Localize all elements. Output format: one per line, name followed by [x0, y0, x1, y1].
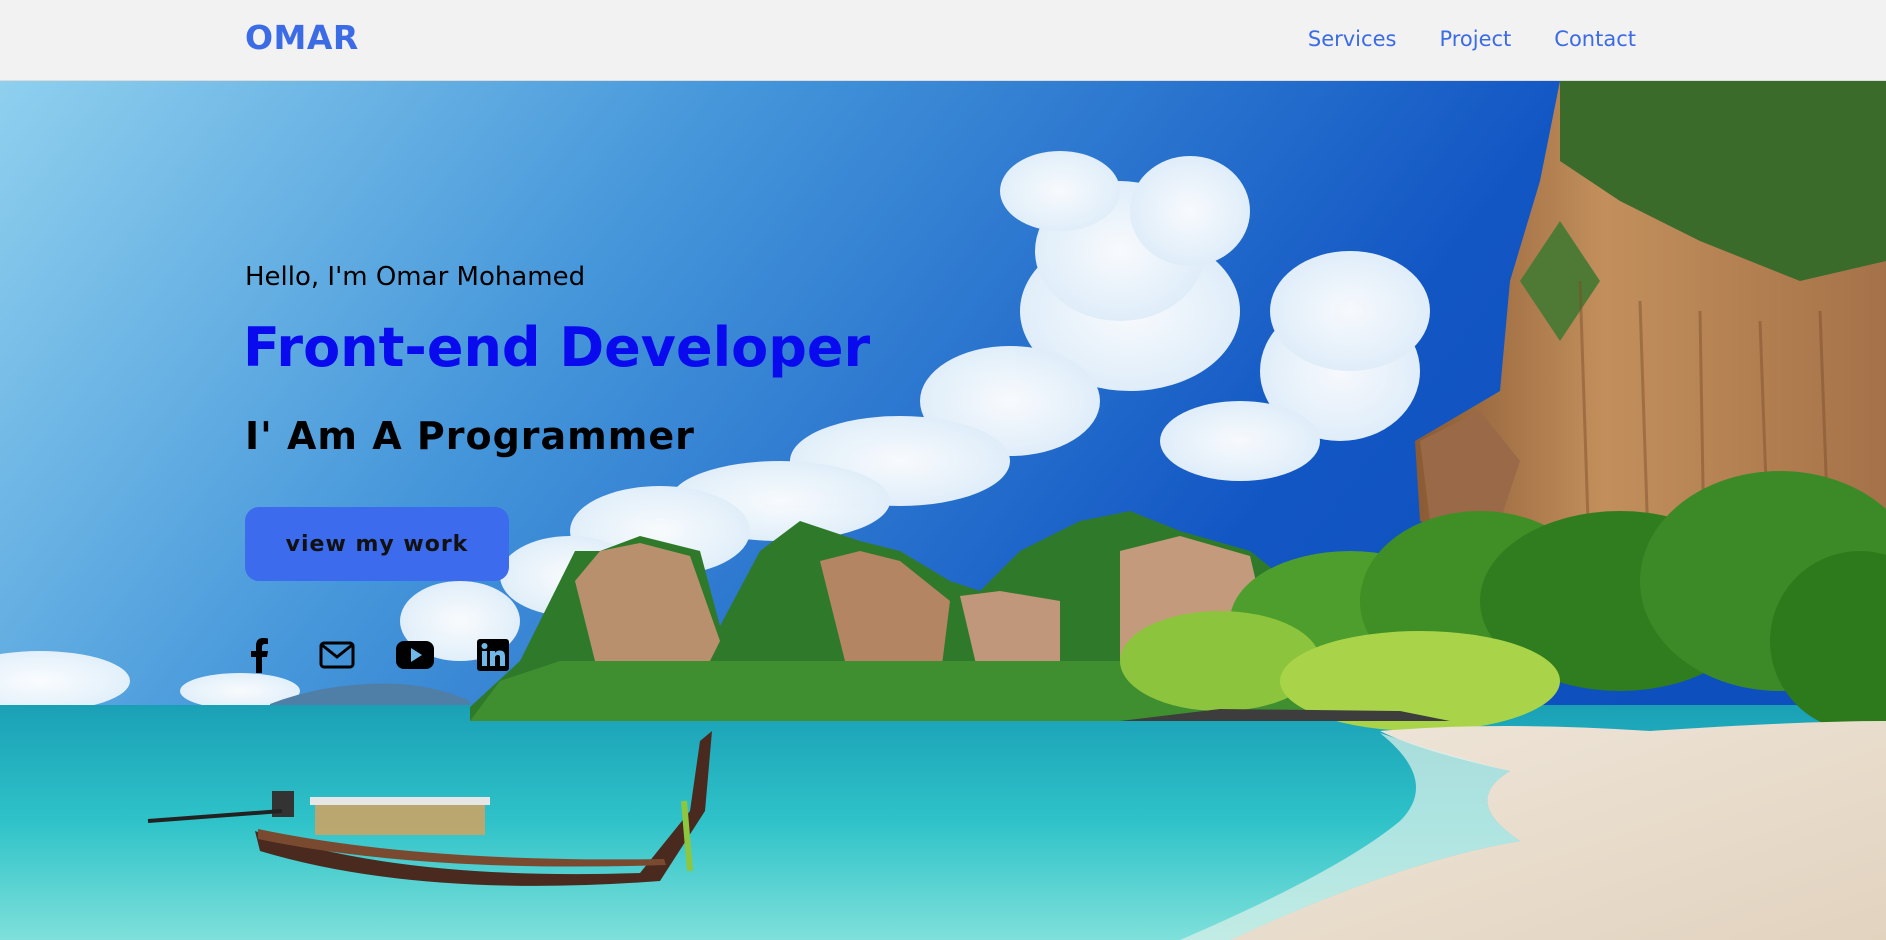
- hero-role-title: Front-end Developer: [243, 316, 871, 379]
- hero-greeting: Hello, I'm Omar Mohamed: [245, 262, 586, 292]
- email-link[interactable]: [318, 636, 356, 674]
- view-my-work-button[interactable]: view my work: [245, 507, 509, 581]
- nav-links: Services Project Contact: [1308, 27, 1636, 51]
- nav-link-contact[interactable]: Contact: [1554, 27, 1636, 51]
- envelope-icon: [319, 641, 355, 669]
- nav-link-services[interactable]: Services: [1308, 27, 1397, 51]
- nav-link-project[interactable]: Project: [1439, 27, 1511, 51]
- facebook-link[interactable]: [240, 636, 278, 674]
- hero-section: Hello, I'm Omar Mohamed Front-end Develo…: [0, 81, 1886, 940]
- youtube-link[interactable]: [396, 636, 434, 674]
- youtube-icon: [396, 641, 434, 669]
- logo[interactable]: OMAR: [245, 18, 359, 57]
- linkedin-icon: [477, 639, 509, 671]
- hero-tagline: I' Am A Programmer: [245, 414, 695, 458]
- facebook-icon: [251, 638, 268, 673]
- social-links: [240, 636, 512, 674]
- linkedin-link[interactable]: [474, 636, 512, 674]
- navbar: OMAR Services Project Contact: [0, 0, 1886, 81]
